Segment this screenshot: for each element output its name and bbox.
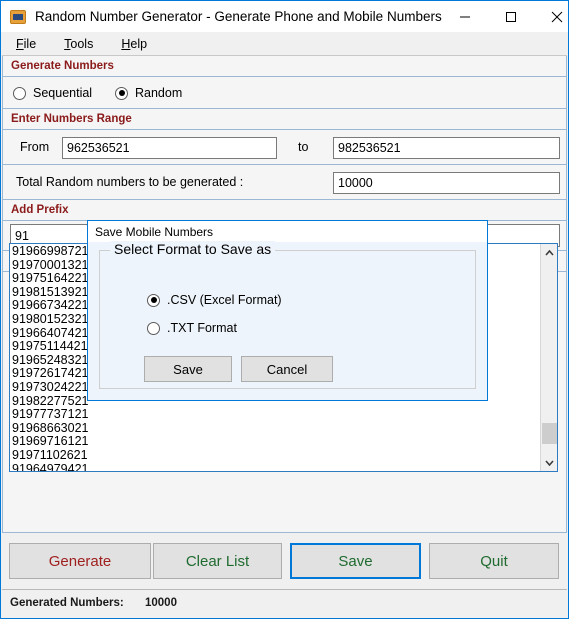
status-bar: Generated Numbers: 10000 (2, 589, 567, 618)
dialog-title: Save Mobile Numbers (95, 225, 214, 239)
section-title-generate-numbers: Generate Numbers (11, 60, 114, 72)
maximize-button[interactable] (488, 1, 534, 32)
close-button[interactable] (534, 1, 569, 32)
menu-item-help-rest: elp (130, 36, 148, 51)
section-header-generate-numbers: Generate Numbers (3, 56, 566, 77)
radio-txt-label: .TXT Format (167, 321, 237, 335)
radio-random-indicator (115, 86, 128, 100)
radio-sequential-label: Sequential (33, 86, 93, 100)
to-input[interactable] (333, 137, 560, 159)
section-title-enter-numbers-range: Enter Numbers Range (11, 113, 132, 125)
radio-txt-format[interactable]: .TXT Format (147, 321, 237, 335)
dialog-title-bar: Save Mobile Numbers (88, 221, 487, 242)
menu-item-file-rest: ile (23, 36, 37, 51)
generate-button[interactable]: Generate (9, 543, 151, 579)
dialog-cancel-button[interactable]: Cancel (241, 356, 333, 382)
window-title: Random Number Generator - Generate Phone… (35, 9, 442, 24)
total-label: Total Random numbers to be generated : (16, 175, 244, 189)
radio-sequential[interactable]: Sequential (13, 86, 92, 100)
clear-list-button[interactable]: Clear List (153, 543, 282, 579)
from-label: From (20, 140, 50, 154)
listbox-scrollbar[interactable] (540, 244, 557, 471)
radio-csv-indicator (147, 293, 160, 307)
radio-csv-format[interactable]: .CSV (Excel Format) (147, 293, 282, 307)
list-item[interactable]: 91964979421 (12, 462, 538, 471)
radio-csv-label: .CSV (Excel Format) (167, 293, 282, 307)
section-title-add-prefix: Add Prefix (11, 204, 69, 216)
menu-item-file[interactable]: File (2, 34, 50, 54)
radio-random[interactable]: Random (115, 86, 182, 100)
list-item[interactable]: 91971102621 (12, 448, 538, 463)
menu-item-tools-rest: ools (70, 36, 94, 51)
section-header-add-prefix: Add Prefix (3, 200, 566, 221)
menu-item-tools[interactable]: Tools (50, 34, 107, 54)
window-controls (442, 1, 569, 32)
application-window: Random Number Generator - Generate Phone… (0, 0, 569, 619)
scroll-up-icon[interactable] (541, 244, 557, 261)
save-button[interactable]: Save (290, 543, 421, 579)
total-input[interactable] (333, 172, 560, 194)
dialog-save-button[interactable]: Save (144, 356, 232, 382)
format-groupbox: Select Format to Save as .CSV (Excel For… (99, 241, 476, 389)
button-row: Generate Clear List Save Quit (2, 533, 567, 589)
total-row: Total Random numbers to be generated : (3, 165, 566, 200)
status-label: Generated Numbers: (10, 597, 124, 609)
menu-item-help[interactable]: Help (107, 34, 161, 54)
list-item[interactable]: 91968663021 (12, 421, 538, 436)
scroll-down-icon[interactable] (541, 454, 557, 471)
quit-button[interactable]: Quit (429, 543, 559, 579)
title-bar: Random Number Generator - Generate Phone… (1, 1, 568, 32)
list-item[interactable]: 91977737121 (12, 408, 538, 422)
app-icon (10, 9, 26, 24)
range-row: From to (3, 130, 566, 165)
scrollbar-thumb[interactable] (542, 423, 557, 444)
format-groupbox-legend: Select Format to Save as (110, 241, 276, 257)
menu-bar: File Tools Help (2, 32, 567, 56)
radio-txt-indicator (147, 321, 160, 335)
status-value: 10000 (145, 597, 177, 609)
mode-row: Sequential Random (3, 77, 566, 109)
minimize-button[interactable] (442, 1, 488, 32)
from-input[interactable] (62, 137, 277, 159)
radio-random-label: Random (135, 86, 183, 100)
list-item[interactable]: 91969716121 (12, 435, 538, 449)
radio-sequential-indicator (13, 86, 26, 100)
save-mobile-numbers-dialog: Save Mobile Numbers Select Format to Sav… (87, 220, 488, 401)
to-label: to (298, 140, 309, 154)
section-header-enter-numbers-range: Enter Numbers Range (3, 109, 566, 130)
